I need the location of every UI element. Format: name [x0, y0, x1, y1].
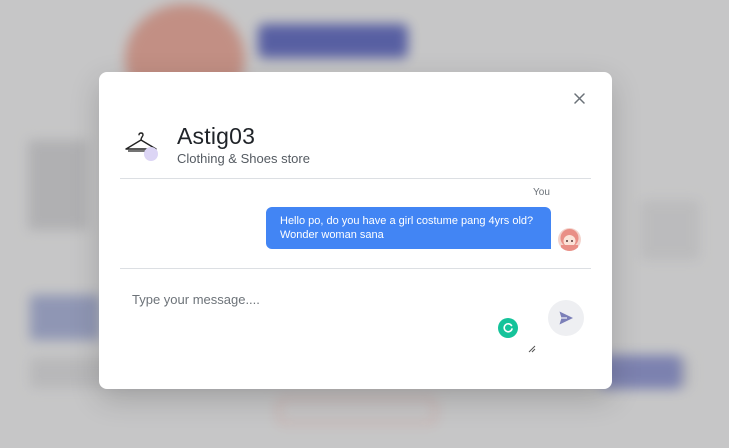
user-avatar-image	[558, 228, 581, 251]
store-avatar	[123, 127, 159, 163]
store-name: Astig03	[177, 123, 256, 149]
composer-divider	[120, 268, 591, 269]
message-input[interactable]	[121, 284, 537, 352]
message-bubble: Hello po, do you have a girl costume pan…	[266, 207, 551, 249]
store-online-dot	[144, 147, 158, 161]
close-button[interactable]	[571, 90, 587, 106]
close-icon	[573, 92, 585, 104]
grammarly-glyph-icon	[503, 323, 513, 333]
chat-modal: Astig03 Clothing & Shoes store You Hello…	[99, 72, 612, 389]
header-divider	[120, 178, 591, 179]
user-avatar	[558, 228, 581, 251]
grammarly-icon[interactable]	[498, 318, 518, 338]
store-category: Clothing & Shoes store	[177, 151, 310, 166]
send-icon	[559, 311, 573, 325]
send-button[interactable]	[548, 300, 584, 336]
textarea-resize-handle-icon[interactable]	[528, 345, 536, 353]
message-sender-label: You	[533, 187, 550, 198]
